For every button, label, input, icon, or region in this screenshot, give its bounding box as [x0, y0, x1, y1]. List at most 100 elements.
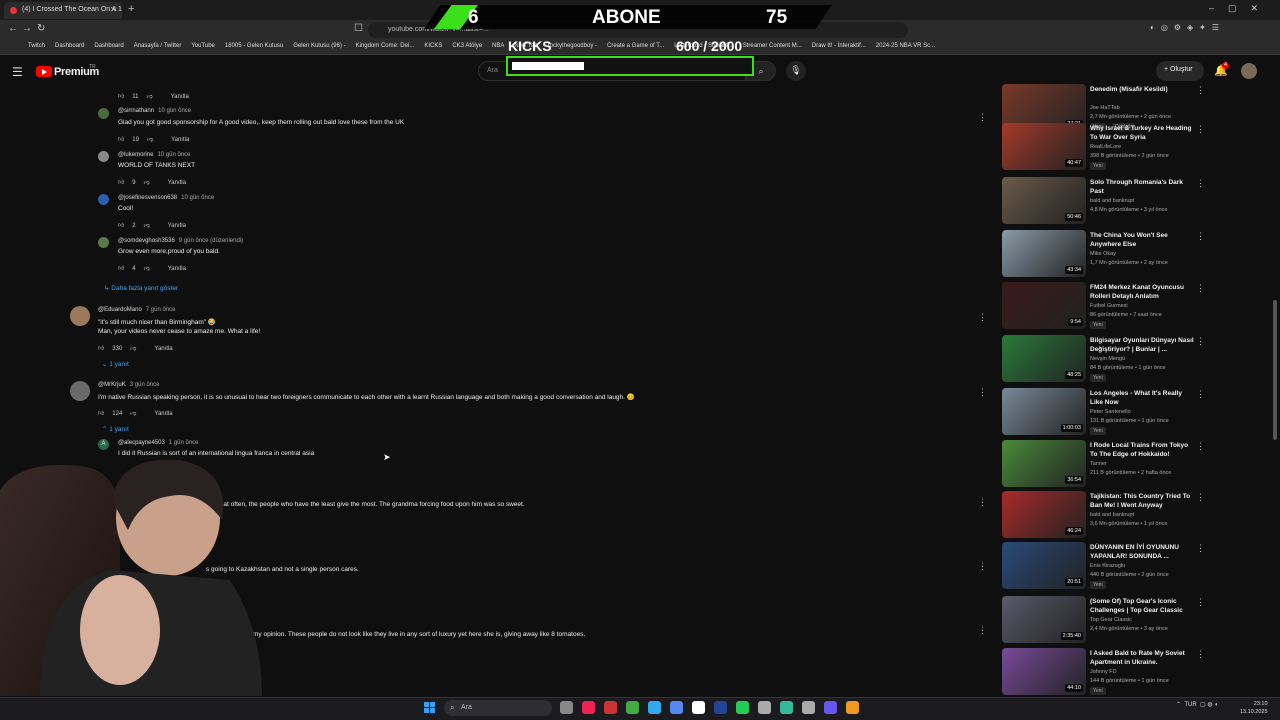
new-tab-icon[interactable]: +: [128, 3, 134, 15]
system-tray[interactable]: ⌃ TUR ▢ ◍ ◖: [1176, 701, 1218, 708]
video-channel[interactable]: Peter Santenello: [1090, 409, 1131, 415]
bookmark-item[interactable]: CK3 Atölye: [452, 43, 482, 49]
avatar[interactable]: A: [98, 439, 109, 450]
clock[interactable]: 23:10 13.10.2025: [1240, 700, 1268, 716]
more-options-icon[interactable]: ⋮: [1196, 336, 1205, 347]
replies-toggle[interactable]: ⌃ 1 yanıt: [102, 425, 129, 433]
comment-author[interactable]: @lukemorine 10 gün önce: [118, 152, 190, 158]
video-thumbnail[interactable]: 44:10: [1002, 648, 1086, 695]
more-options-icon[interactable]: ⋮: [978, 387, 987, 398]
more-options-icon[interactable]: ⋮: [1196, 283, 1205, 294]
video-channel[interactable]: bald and bankrupt: [1090, 512, 1134, 518]
bookmark-item[interactable]: Draw It! - İnteraktif...: [812, 43, 866, 49]
video-title[interactable]: I Rode Local Trains From Tokyo To The Ed…: [1090, 441, 1194, 459]
like-icon[interactable]: 👍︎: [98, 346, 104, 352]
like-icon[interactable]: 👍︎: [118, 266, 124, 272]
more-options-icon[interactable]: ⋮: [1196, 124, 1205, 135]
app-icon[interactable]: [780, 701, 793, 714]
more-options-icon[interactable]: ⋮: [978, 625, 987, 636]
forward-icon[interactable]: →: [22, 23, 32, 34]
more-options-icon[interactable]: ⋮: [1196, 441, 1205, 452]
browser-icon[interactable]: [604, 701, 617, 714]
video-channel[interactable]: Tanner: [1090, 461, 1107, 467]
more-options-icon[interactable]: ⋮: [1196, 649, 1205, 660]
video-channel[interactable]: Nevşin Mengü: [1090, 356, 1125, 362]
bookmark-item[interactable]: Kingdom Come: Del...: [356, 43, 415, 49]
video-title[interactable]: DÜNYANIN EN İYİ OYUNUNU YAPANLAR! SONUND…: [1090, 543, 1194, 561]
back-icon[interactable]: ←: [8, 23, 18, 34]
dislike-icon[interactable]: 👎︎: [147, 137, 153, 143]
more-options-icon[interactable]: ⋮: [1196, 543, 1205, 554]
steam-icon[interactable]: [758, 701, 771, 714]
browser-tab[interactable]: (4) I Crossed The Ocean On A 1: [4, 2, 122, 19]
video-channel[interactable]: Enis Kirazoglu: [1090, 563, 1125, 569]
bookmark-item[interactable]: Gelen Kutusu (96) -: [293, 43, 345, 49]
app-icon[interactable]: [802, 701, 815, 714]
youtube-logo-icon[interactable]: [36, 66, 52, 77]
video-thumbnail[interactable]: 1:00:03: [1002, 388, 1086, 435]
video-title[interactable]: The China You Won't See Anywhere Else: [1090, 231, 1194, 249]
video-channel[interactable]: bald and bankrupt: [1090, 198, 1134, 204]
more-options-icon[interactable]: ⋮: [1196, 85, 1205, 96]
dislike-icon[interactable]: 👎︎: [130, 346, 136, 352]
video-channel[interactable]: Top Gear Classic: [1090, 617, 1132, 623]
bookmark-item[interactable]: 2024-25 NBA VR Sc...: [876, 43, 935, 49]
bookmark-item[interactable]: Anasayfa / Twitter: [134, 43, 182, 49]
avatar[interactable]: [70, 381, 90, 401]
video-thumbnail[interactable]: 46:24: [1002, 491, 1086, 538]
bookmark-icon[interactable]: ☐: [354, 23, 363, 34]
tab-close-icon[interactable]: ✕: [110, 5, 117, 14]
like-icon[interactable]: 👍︎: [118, 180, 124, 186]
app-icon[interactable]: [714, 701, 727, 714]
windows-start-icon[interactable]: [424, 702, 436, 714]
dislike-icon[interactable]: 👎︎: [144, 223, 150, 229]
like-icon[interactable]: 👍︎: [118, 94, 124, 100]
edge-icon[interactable]: [648, 701, 661, 714]
like-icon[interactable]: 👍︎: [98, 411, 104, 417]
folder-icon[interactable]: [846, 701, 859, 714]
comment-author[interactable]: @EduardoMano 7 gün önce: [98, 307, 176, 313]
more-options-icon[interactable]: ⋮: [978, 561, 987, 572]
bookmark-item[interactable]: Dashboard: [94, 43, 123, 49]
scrollbar[interactable]: [1273, 300, 1277, 440]
bookmark-item[interactable]: Dashboard: [55, 43, 84, 49]
comment-author[interactable]: @josefinesvenson638 10 gün önce: [118, 195, 214, 201]
reply-button[interactable]: Yanıtla: [154, 411, 172, 417]
avatar[interactable]: [70, 306, 90, 326]
avatar[interactable]: [98, 151, 109, 162]
reload-icon[interactable]: ↻: [37, 23, 45, 34]
video-thumbnail[interactable]: 2:35:40: [1002, 596, 1086, 643]
video-thumbnail[interactable]: 48:25: [1002, 335, 1086, 382]
avatar[interactable]: [98, 194, 109, 205]
bookmark-item[interactable]: Twitch: [28, 43, 45, 49]
video-title[interactable]: Los Angeles - What It's Really Like Now: [1090, 389, 1194, 407]
reply-button[interactable]: Yanıtla: [171, 137, 189, 143]
reply-button[interactable]: Yanıtla: [168, 223, 186, 229]
reply-button[interactable]: Yanıtla: [168, 266, 186, 272]
more-options-icon[interactable]: ⋮: [1196, 389, 1205, 400]
video-title[interactable]: FM24 Merkez Kanat Oyuncusu Rolleri Detay…: [1090, 283, 1194, 301]
bookmark-item[interactable]: KICKS: [424, 43, 442, 49]
notion-icon[interactable]: [692, 701, 705, 714]
browser-icon[interactable]: [582, 701, 595, 714]
more-options-icon[interactable]: ⋮: [978, 312, 987, 323]
video-channel[interactable]: Futbol Gurmesi: [1090, 303, 1128, 309]
create-button[interactable]: + Oluştur: [1156, 61, 1204, 81]
video-thumbnail[interactable]: 50:46: [1002, 177, 1086, 224]
reply-button[interactable]: Yanıtla: [154, 346, 172, 352]
video-channel[interactable]: Mike Okay: [1090, 251, 1116, 257]
more-options-icon[interactable]: ⋮: [1196, 597, 1205, 608]
avatar[interactable]: [98, 108, 109, 119]
app-icon[interactable]: [824, 701, 837, 714]
video-title[interactable]: Solo Through Romania's Dark Past: [1090, 178, 1194, 196]
mic-icon[interactable]: 🎙: [786, 61, 806, 81]
show-more-replies-button[interactable]: ↳ Daha fazla yanıt göster: [104, 284, 178, 292]
spotify-icon[interactable]: [736, 701, 749, 714]
video-channel[interactable]: Johnny FD: [1090, 669, 1117, 675]
replies-toggle[interactable]: ⌄ 1 yanıt: [102, 360, 129, 368]
bookmark-item[interactable]: NBA: [492, 43, 504, 49]
more-options-icon[interactable]: ⋮: [1196, 231, 1205, 242]
video-title[interactable]: I Asked Bald to Rate My Soviet Apartment…: [1090, 649, 1194, 667]
video-title[interactable]: (Some Of) Top Gear's Iconic Challenges |…: [1090, 597, 1194, 615]
menu-icon[interactable]: ☰: [12, 65, 23, 79]
